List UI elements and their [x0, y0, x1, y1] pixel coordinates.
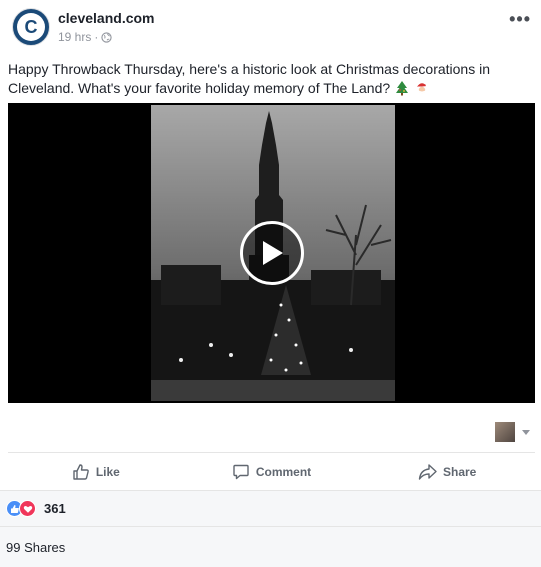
page-name-link[interactable]: cleveland.com	[58, 10, 155, 26]
play-button[interactable]	[240, 221, 304, 285]
globe-icon	[101, 31, 112, 43]
reactions-summary[interactable]: 361	[0, 490, 541, 527]
timestamp-link[interactable]: 19 hrs	[58, 30, 91, 44]
comment-icon	[233, 464, 249, 479]
post-header: C cleveland.com 19 hrs · •••	[0, 0, 541, 56]
page-avatar[interactable]: C	[12, 8, 50, 46]
play-icon	[263, 241, 283, 265]
comment-as-row	[0, 418, 541, 448]
santa-emoji	[416, 83, 429, 94]
thumbs-up-icon	[73, 463, 89, 480]
viewer-avatar[interactable]	[495, 422, 515, 442]
share-arrow-icon	[418, 463, 437, 480]
christmas-tree-emoji	[396, 81, 409, 96]
share-button[interactable]: Share	[359, 453, 535, 490]
video-player[interactable]	[8, 103, 535, 403]
post-text-line1: Happy Throwback Thursday, here's a histo…	[8, 61, 491, 77]
shares-label: 99 Shares	[6, 539, 66, 555]
love-reaction-icon	[19, 500, 36, 517]
post-message: Happy Throwback Thursday, here's a histo…	[8, 60, 508, 98]
post-meta: 19 hrs ·	[58, 30, 112, 44]
like-button[interactable]: Like	[8, 453, 184, 490]
chevron-down-icon[interactable]	[522, 430, 530, 435]
meta-separator: ·	[94, 30, 99, 44]
comment-label: Comment	[255, 464, 312, 479]
page-logo: C	[17, 13, 45, 41]
comment-button[interactable]: Comment	[184, 453, 360, 490]
shares-count[interactable]: 99 Shares	[0, 527, 541, 567]
more-options-icon[interactable]: •••	[509, 10, 531, 28]
share-label: Share	[443, 464, 477, 479]
reaction-icons	[6, 500, 36, 517]
reaction-count: 361	[44, 501, 66, 516]
action-bar: Like Comment Share	[8, 452, 535, 490]
post-text-line2-wrap: Cleveland. What's your favorite holiday …	[8, 79, 508, 98]
like-label: Like	[95, 464, 120, 479]
post-text-line2: Cleveland. What's your favorite holiday …	[8, 80, 391, 96]
